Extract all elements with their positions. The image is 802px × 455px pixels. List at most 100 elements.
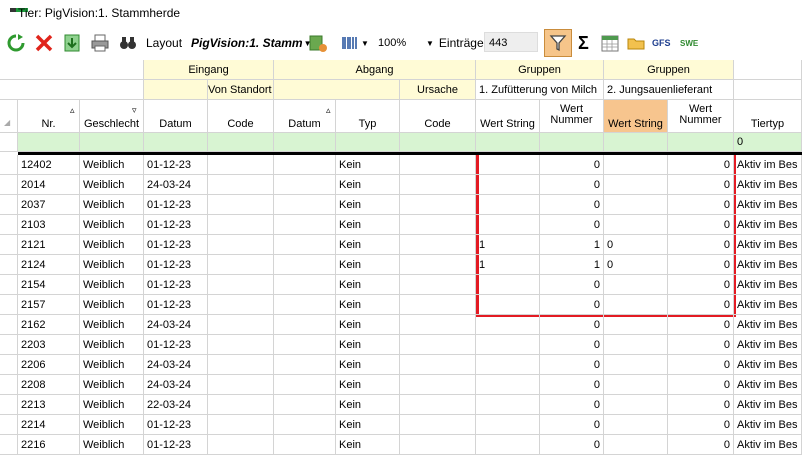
search-button[interactable] (118, 32, 138, 54)
table-cell[interactable] (208, 395, 274, 415)
row-header[interactable] (0, 375, 18, 395)
table-cell-typ[interactable]: Kein (336, 195, 400, 215)
table-cell-ws2[interactable] (604, 175, 668, 195)
table-cell[interactable] (400, 175, 476, 195)
table-cell-ws2[interactable] (604, 335, 668, 355)
table-cell[interactable] (400, 195, 476, 215)
select-all-icon[interactable]: ◢ (4, 118, 10, 127)
table-cell[interactable] (208, 255, 274, 275)
table-cell[interactable] (400, 355, 476, 375)
filter-cell-wert_string1[interactable] (476, 133, 540, 152)
table-cell-datum[interactable]: 01-12-23 (144, 415, 208, 435)
table-cell-datum[interactable]: 22-03-24 (144, 395, 208, 415)
table-cell-typ[interactable]: Kein (336, 275, 400, 295)
col-header-wert-string-1[interactable]: Wert String (476, 100, 540, 133)
filter-cell-datum_out[interactable] (274, 133, 336, 152)
table-cell-geschlecht[interactable]: Weiblich (80, 375, 144, 395)
table-cell-nr[interactable]: 2154 (18, 275, 80, 295)
filter-cell-code_out[interactable] (400, 133, 476, 152)
table-cell-wn2[interactable]: 0 (668, 295, 734, 315)
table-cell-ws2[interactable]: 0 (604, 235, 668, 255)
table-cell-tiertyp[interactable]: Aktiv im Bes (734, 195, 802, 215)
table-cell[interactable] (400, 275, 476, 295)
table-cell-wn1[interactable]: 0 (540, 195, 604, 215)
table-cell-tiertyp[interactable]: Aktiv im Bes (734, 175, 802, 195)
table-cell[interactable] (274, 155, 336, 175)
filter-button[interactable] (544, 29, 572, 57)
table-cell-tiertyp[interactable]: Aktiv im Bes (734, 375, 802, 395)
table-cell-datum[interactable]: 24-03-24 (144, 175, 208, 195)
table-cell-wn1[interactable]: 0 (540, 335, 604, 355)
table-cell[interactable] (274, 255, 336, 275)
table-cell-ws1[interactable] (476, 175, 540, 195)
table-cell-wn2[interactable]: 0 (668, 235, 734, 255)
table-cell[interactable] (400, 415, 476, 435)
table-cell-geschlecht[interactable]: Weiblich (80, 355, 144, 375)
table-cell-ws1[interactable] (476, 375, 540, 395)
table-cell-tiertyp[interactable]: Aktiv im Bes (734, 155, 802, 175)
sort-ascending-icon[interactable]: ▵ (326, 105, 331, 116)
table-cell-typ[interactable]: Kein (336, 155, 400, 175)
sort-ascending-icon[interactable]: ▵ (70, 105, 75, 116)
table-cell-wn1[interactable]: 0 (540, 435, 604, 455)
col-header-wert-nummer-1[interactable]: Wert Nummer (540, 100, 604, 133)
table-cell-datum[interactable]: 01-12-23 (144, 155, 208, 175)
table-cell-nr[interactable]: 2014 (18, 175, 80, 195)
table-cell-wn2[interactable]: 0 (668, 335, 734, 355)
table-cell[interactable] (274, 215, 336, 235)
zoom-select[interactable]: 100% (378, 32, 406, 54)
table-cell[interactable] (400, 435, 476, 455)
table-cell-tiertyp[interactable]: Aktiv im Bes (734, 235, 802, 255)
table-cell[interactable] (208, 195, 274, 215)
table-cell-wn2[interactable]: 0 (668, 275, 734, 295)
table-cell-wn1[interactable]: 0 (540, 295, 604, 315)
table-cell[interactable] (274, 355, 336, 375)
table-cell-datum[interactable]: 01-12-23 (144, 255, 208, 275)
table-cell[interactable] (208, 355, 274, 375)
table-cell-geschlecht[interactable]: Weiblich (80, 195, 144, 215)
table-cell-wn2[interactable]: 0 (668, 155, 734, 175)
table-cell-wn1[interactable]: 1 (540, 235, 604, 255)
calendar-button[interactable] (600, 32, 620, 54)
table-cell[interactable] (208, 275, 274, 295)
table-cell-wn2[interactable]: 0 (668, 415, 734, 435)
filter-cell-wert_nummer2[interactable] (668, 133, 734, 152)
col-header-wert-nummer-2[interactable]: Wert Nummer (668, 100, 734, 133)
table-cell-typ[interactable]: Kein (336, 295, 400, 315)
table-cell-nr[interactable]: 2124 (18, 255, 80, 275)
filter-cell-code_in[interactable] (208, 133, 274, 152)
row-header[interactable] (0, 335, 18, 355)
table-cell-wn1[interactable]: 1 (540, 255, 604, 275)
filter-cell-wert_nummer1[interactable] (540, 133, 604, 152)
gfs-button[interactable]: GFS (652, 32, 671, 54)
table-cell-ws1[interactable] (476, 355, 540, 375)
filter-cell-typ[interactable] (336, 133, 400, 152)
col-header-code-eingang[interactable]: Code (208, 100, 274, 133)
close-button[interactable] (34, 32, 54, 54)
col-header-datum-eingang[interactable]: Datum (144, 100, 208, 133)
table-cell[interactable] (208, 335, 274, 355)
table-cell-ws2[interactable] (604, 415, 668, 435)
table-cell-ws2[interactable] (604, 375, 668, 395)
table-cell-datum[interactable]: 01-12-23 (144, 195, 208, 215)
col-header-tiertyp[interactable]: Tiertyp (734, 100, 802, 133)
table-cell-ws1[interactable] (476, 435, 540, 455)
table-cell-wn2[interactable]: 0 (668, 255, 734, 275)
table-cell-datum[interactable]: 01-12-23 (144, 235, 208, 255)
table-cell-wn1[interactable]: 0 (540, 355, 604, 375)
sort-descending-icon[interactable]: ▿ (132, 105, 137, 116)
table-cell-typ[interactable]: Kein (336, 415, 400, 435)
table-cell[interactable] (274, 435, 336, 455)
table-cell[interactable] (208, 235, 274, 255)
table-cell-tiertyp[interactable]: Aktiv im Bes (734, 275, 802, 295)
table-cell-nr[interactable]: 2162 (18, 315, 80, 335)
table-cell-ws2[interactable] (604, 275, 668, 295)
table-cell-ws1[interactable] (476, 315, 540, 335)
table-cell[interactable] (400, 295, 476, 315)
table-cell-typ[interactable]: Kein (336, 395, 400, 415)
table-cell[interactable] (208, 375, 274, 395)
col-header-code-abgang[interactable]: Code (400, 100, 476, 133)
export-button[interactable] (62, 32, 82, 54)
table-cell-nr[interactable]: 2213 (18, 395, 80, 415)
table-cell-ws2[interactable] (604, 215, 668, 235)
